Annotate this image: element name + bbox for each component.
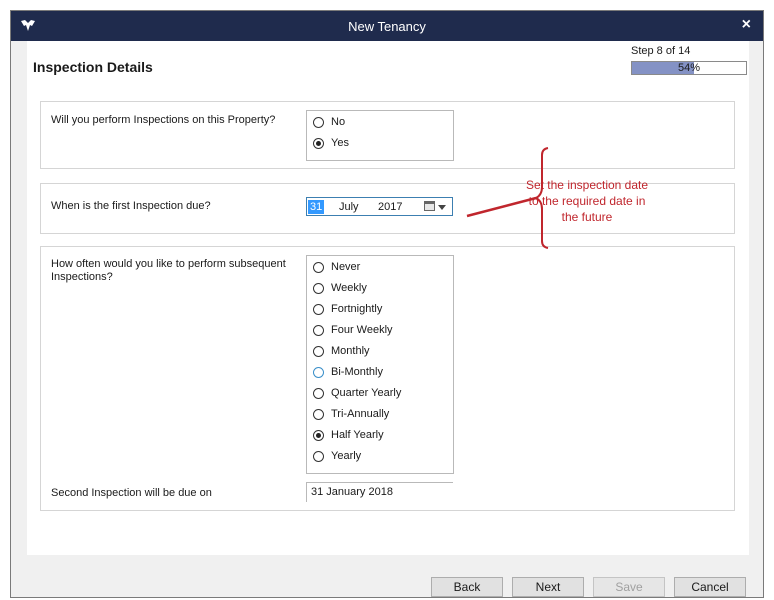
radio-tri-annually-circle: [313, 408, 324, 420]
radio-tri-annually[interactable]: Tri-Annually: [313, 405, 389, 423]
radio-weekly-label: Weekly: [331, 282, 367, 294]
radio-four-weekly-label: Four Weekly: [331, 324, 393, 336]
new-tenancy-window: New Tenancy × Inspection Details Step 8 …: [10, 10, 764, 598]
wizard-header: Inspection Details Step 8 of 14 54%: [27, 41, 749, 93]
radio-yearly-label: Yearly: [331, 450, 362, 462]
frequency-panel: How often would you like to perform subs…: [40, 246, 735, 511]
title-bar: New Tenancy ×: [11, 11, 763, 41]
radio-bi-monthly-circle: [313, 366, 324, 378]
annotation-text: Set the inspection date to the required …: [525, 178, 649, 224]
second-inspection-label: Second Inspection will be due on: [51, 487, 212, 499]
wizard-content: Will you perform Inspections on this Pro…: [27, 93, 749, 555]
radio-yes[interactable]: Yes: [313, 134, 349, 152]
radio-fortnightly[interactable]: Fortnightly: [313, 300, 382, 318]
radio-quarter-yearly[interactable]: Quarter Yearly: [313, 384, 401, 402]
radio-half-yearly[interactable]: Half Yearly: [313, 426, 384, 444]
window-title: New Tenancy: [348, 19, 426, 34]
page-title: Inspection Details: [33, 59, 153, 75]
second-inspection-date-field: 31 January 2018: [306, 482, 453, 502]
radio-quarter-yearly-label: Quarter Yearly: [331, 387, 402, 399]
close-icon[interactable]: ×: [742, 16, 751, 34]
radio-weekly-circle: [313, 282, 324, 294]
radio-half-yearly-circle: [313, 429, 324, 441]
radio-monthly-circle: [313, 345, 324, 357]
frequency-group: Never Weekly Fortnightly Four Weekly Monthly…: [306, 255, 454, 474]
cancel-button[interactable]: Cancel: [674, 577, 746, 597]
save-button: Save: [593, 577, 665, 597]
radio-no-circle: [313, 116, 324, 128]
radio-yes-circle: [313, 137, 324, 149]
radio-never-label: Never: [331, 261, 361, 273]
radio-bi-monthly-label: Bi-Monthly: [331, 366, 383, 378]
progress-bar: 54%: [631, 61, 747, 75]
radio-monthly-label: Monthly: [331, 345, 370, 357]
date-year[interactable]: 2017: [378, 200, 402, 214]
inspections-panel: Will you perform Inspections on this Pro…: [40, 101, 735, 169]
radio-monthly[interactable]: Monthly: [313, 342, 370, 360]
radio-tri-annually-label: Tri-Annually: [331, 408, 390, 420]
radio-yes-label: Yes: [331, 137, 349, 149]
radio-fortnightly-circle: [313, 303, 324, 315]
progress-text: 54%: [677, 62, 701, 74]
next-button[interactable]: Next: [512, 577, 584, 597]
radio-bi-monthly[interactable]: Bi-Monthly: [313, 363, 383, 381]
radio-half-yearly-label: Half Yearly: [331, 429, 384, 441]
date-day[interactable]: 31: [308, 200, 325, 214]
date-month[interactable]: July: [339, 200, 359, 214]
step-indicator: Step 8 of 14: [631, 45, 691, 57]
frequency-label: How often would you like to perform subs…: [51, 258, 286, 283]
perform-inspections-label: Will you perform Inspections on this Pro…: [51, 114, 276, 126]
first-inspection-date-picker[interactable]: 31 July 2017: [306, 197, 453, 216]
back-button[interactable]: Back: [431, 577, 503, 597]
radio-never[interactable]: Never: [313, 258, 360, 276]
radio-yearly[interactable]: Yearly: [313, 447, 361, 465]
radio-quarter-yearly-circle: [313, 387, 324, 399]
wizard-footer: Back Next Save Cancel: [11, 559, 763, 599]
radio-never-circle: [313, 261, 324, 273]
radio-weekly[interactable]: Weekly: [313, 279, 367, 297]
radio-four-weekly[interactable]: Four Weekly: [313, 321, 393, 339]
radio-no[interactable]: No: [313, 113, 345, 131]
first-inspection-label: When is the first Inspection due?: [51, 200, 211, 212]
radio-four-weekly-circle: [313, 324, 324, 336]
radio-yearly-circle: [313, 450, 324, 462]
radio-no-label: No: [331, 116, 346, 128]
radio-fortnightly-label: Fortnightly: [331, 303, 383, 315]
calendar-icon[interactable]: [424, 201, 435, 211]
perform-inspections-group: No Yes: [306, 110, 454, 161]
